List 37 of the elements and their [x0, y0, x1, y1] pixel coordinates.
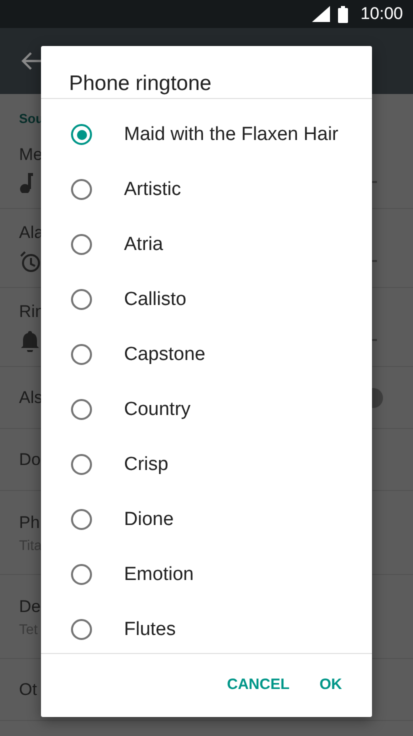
ringtone-option[interactable]: Maid with the Flaxen Hair: [41, 107, 372, 162]
back-icon[interactable]: [21, 52, 42, 70]
setting-title: Ph: [19, 512, 40, 532]
battery-icon: [338, 6, 348, 22]
setting-title: Do: [19, 450, 41, 470]
signal-icon: [312, 6, 330, 22]
radio-button[interactable]: [71, 454, 92, 475]
ringtone-option[interactable]: Atria: [41, 217, 372, 272]
setting-title: Me: [19, 145, 43, 165]
radio-button[interactable]: [71, 124, 92, 145]
ringtone-option[interactable]: Callisto: [41, 272, 372, 327]
cancel-button[interactable]: CANCEL: [215, 668, 302, 701]
bell-icon: [19, 330, 41, 352]
ringtone-option[interactable]: Flutes: [41, 602, 372, 653]
ringtone-option[interactable]: Crisp: [41, 437, 372, 492]
ringtone-option[interactable]: Dione: [41, 492, 372, 547]
alarm-clock-icon: [19, 251, 41, 273]
ringtone-option[interactable]: Capstone: [41, 327, 372, 382]
dialog-title: Phone ringtone: [41, 46, 372, 99]
ok-button[interactable]: OK: [308, 668, 354, 701]
status-time: 10:00: [360, 4, 403, 24]
radio-button[interactable]: [71, 619, 92, 640]
ringtone-option[interactable]: Emotion: [41, 547, 372, 602]
setting-title: De: [19, 596, 41, 616]
toggle-switch[interactable]: [372, 388, 383, 408]
radio-button[interactable]: [71, 564, 92, 585]
music-note-icon: [19, 173, 33, 193]
ringtone-option[interactable]: Country: [41, 382, 372, 437]
ringtone-option[interactable]: Artistic: [41, 162, 372, 217]
setting-title: Ot: [19, 680, 37, 700]
radio-button[interactable]: [71, 344, 92, 365]
setting-title: Als: [19, 388, 43, 408]
radio-button[interactable]: [71, 179, 92, 200]
radio-button[interactable]: [71, 289, 92, 310]
radio-button[interactable]: [71, 399, 92, 420]
radio-button[interactable]: [71, 234, 92, 255]
radio-button[interactable]: [71, 509, 92, 530]
